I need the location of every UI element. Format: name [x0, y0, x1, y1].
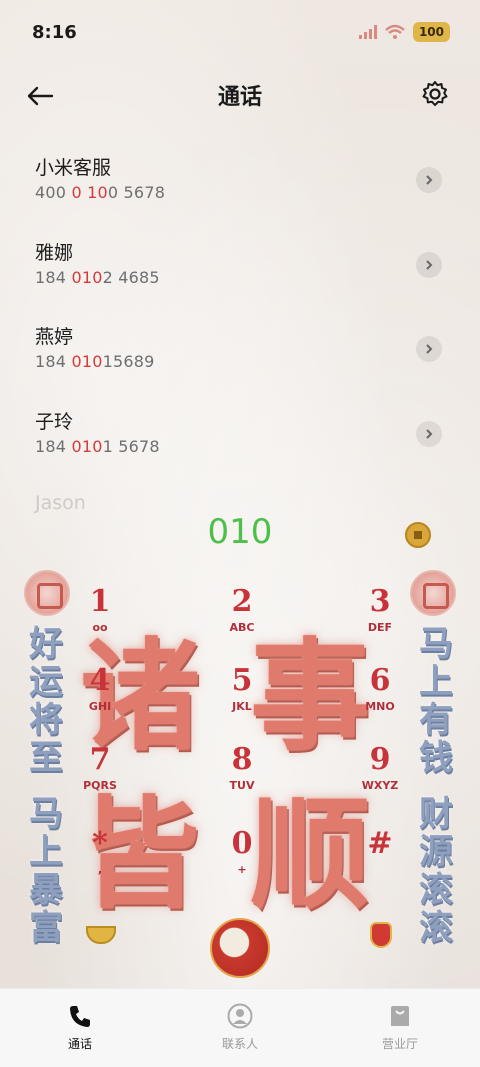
keypad-key-hash[interactable]: # [350, 827, 410, 887]
tab-contacts[interactable]: 联系人 [160, 989, 320, 1067]
number-match: 10 [87, 183, 108, 202]
decor-side-text: 马上有钱 [419, 624, 453, 778]
number-part: 1 5678 [102, 437, 160, 456]
keypad-key-0[interactable]: 0 + [212, 827, 272, 887]
number-match: 0 [71, 183, 82, 202]
number-part: 184 [35, 268, 72, 287]
number-match: 010 [71, 352, 103, 371]
list-item[interactable]: 子玲 184 0101 5678 [0, 399, 480, 483]
chevron-right-icon[interactable] [416, 167, 442, 193]
header: 通话 [0, 68, 480, 122]
tab-label: 通话 [67, 1037, 92, 1051]
decor-side-text: 财源滚滚 [419, 794, 453, 948]
key-letters: ABC [229, 621, 255, 634]
key-digit: # [367, 826, 393, 861]
wifi-icon [385, 24, 405, 39]
bottom-tab-bar: 通话 联系人 营业厅 [0, 988, 480, 1067]
number-part: 15689 [102, 352, 155, 371]
page-title: 通话 [217, 85, 262, 110]
tab-service-hall[interactable]: 营业厅 [320, 989, 480, 1067]
key-digit: 5 [231, 663, 253, 698]
key-letters: TUV [229, 779, 255, 792]
key-digit: 3 [369, 584, 391, 619]
key-digit: * [92, 826, 108, 861]
tab-label: 营业厅 [381, 1037, 418, 1051]
battery-indicator: 100 [412, 22, 450, 42]
medallion-icon [410, 570, 456, 616]
signal-icon [358, 25, 377, 39]
keypad-key-9[interactable]: 9 WXYZ [350, 743, 410, 803]
lucky-pouch-icon [370, 922, 392, 948]
medallion-icon [24, 570, 70, 616]
key-letters: GHI [88, 700, 112, 713]
decor-side-text: 好运将至 [29, 624, 63, 778]
contact-name: 小米客服 [35, 157, 112, 179]
number-match: 010 [71, 268, 103, 287]
contact-number: 184 0101 5678 [35, 437, 160, 456]
call-button-horse-icon[interactable] [210, 918, 270, 978]
tab-calls[interactable]: 通话 [0, 989, 160, 1067]
key-digit: 8 [231, 742, 253, 777]
status-time: 8:16 [32, 21, 77, 43]
chevron-right-icon[interactable] [416, 336, 442, 362]
contact-name: 子玲 [35, 411, 74, 433]
key-letters: MNO [365, 700, 395, 713]
keypad-key-6[interactable]: 6 MNO [350, 664, 410, 724]
key-letters: oo [92, 621, 108, 634]
decor-side-text: 马上暴富 [29, 794, 63, 948]
phone-icon [70, 1006, 90, 1027]
key-digit: 9 [369, 742, 391, 777]
number-part: 184 [35, 437, 72, 456]
key-letters: , [97, 863, 103, 876]
number-part: 400 [35, 183, 72, 202]
list-item[interactable]: 雅娜 184 0102 4685 [0, 230, 480, 314]
list-item[interactable]: 燕婷 184 01015689 [0, 314, 480, 398]
faded-contact-name: Jason [35, 492, 86, 514]
key-digit: 1 [89, 584, 111, 619]
contact-name: 燕婷 [35, 326, 74, 348]
keypad-key-8[interactable]: 8 TUV [212, 743, 272, 803]
key-digit: 0 [231, 826, 253, 861]
keypad-key-star[interactable]: *, [70, 827, 130, 887]
list-item[interactable]: 小米客服 400 0 100 5678 [0, 145, 480, 229]
key-digit: 7 [89, 742, 111, 777]
status-icons: 100 [358, 22, 450, 42]
number-match: 010 [71, 437, 103, 456]
contact-name: 雅娜 [35, 242, 74, 264]
keypad-key-3[interactable]: 3 DEF [350, 585, 410, 645]
key-letters: WXYZ [361, 779, 399, 792]
number-part: 0 5678 [107, 183, 166, 202]
key-letters: PQRS [83, 779, 117, 792]
key-letters: DEF [367, 621, 393, 634]
tab-label: 联系人 [221, 1037, 258, 1051]
keypad-key-5[interactable]: 5 JKL [212, 664, 272, 724]
key-digit: 6 [369, 663, 391, 698]
keypad-key-7[interactable]: 7 PQRS [70, 743, 130, 803]
bag-icon [391, 1006, 409, 1026]
back-arrow-icon[interactable] [24, 80, 56, 112]
number-part: 184 [35, 352, 72, 371]
contact-number: 184 01015689 [35, 352, 154, 371]
settings-gear-icon[interactable] [420, 79, 450, 109]
key-letters: JKL [232, 700, 252, 713]
chevron-right-icon[interactable] [416, 252, 442, 278]
number-part: 2 4685 [102, 268, 160, 287]
key-digit: 4 [89, 663, 111, 698]
contact-number: 400 0 100 5678 [35, 183, 165, 202]
person-icon [227, 1003, 253, 1029]
key-letters: + [237, 863, 247, 876]
keypad-key-1[interactable]: 1 oo [70, 585, 130, 645]
key-digit: 2 [231, 584, 253, 619]
status-bar: 8:16 100 [0, 0, 480, 64]
keypad-key-2[interactable]: 2 ABC [212, 585, 272, 645]
contact-number: 184 0102 4685 [35, 268, 160, 287]
keypad-key-4[interactable]: 4 GHI [70, 664, 130, 724]
coin-icon[interactable] [405, 522, 431, 548]
chevron-right-icon[interactable] [416, 421, 442, 447]
